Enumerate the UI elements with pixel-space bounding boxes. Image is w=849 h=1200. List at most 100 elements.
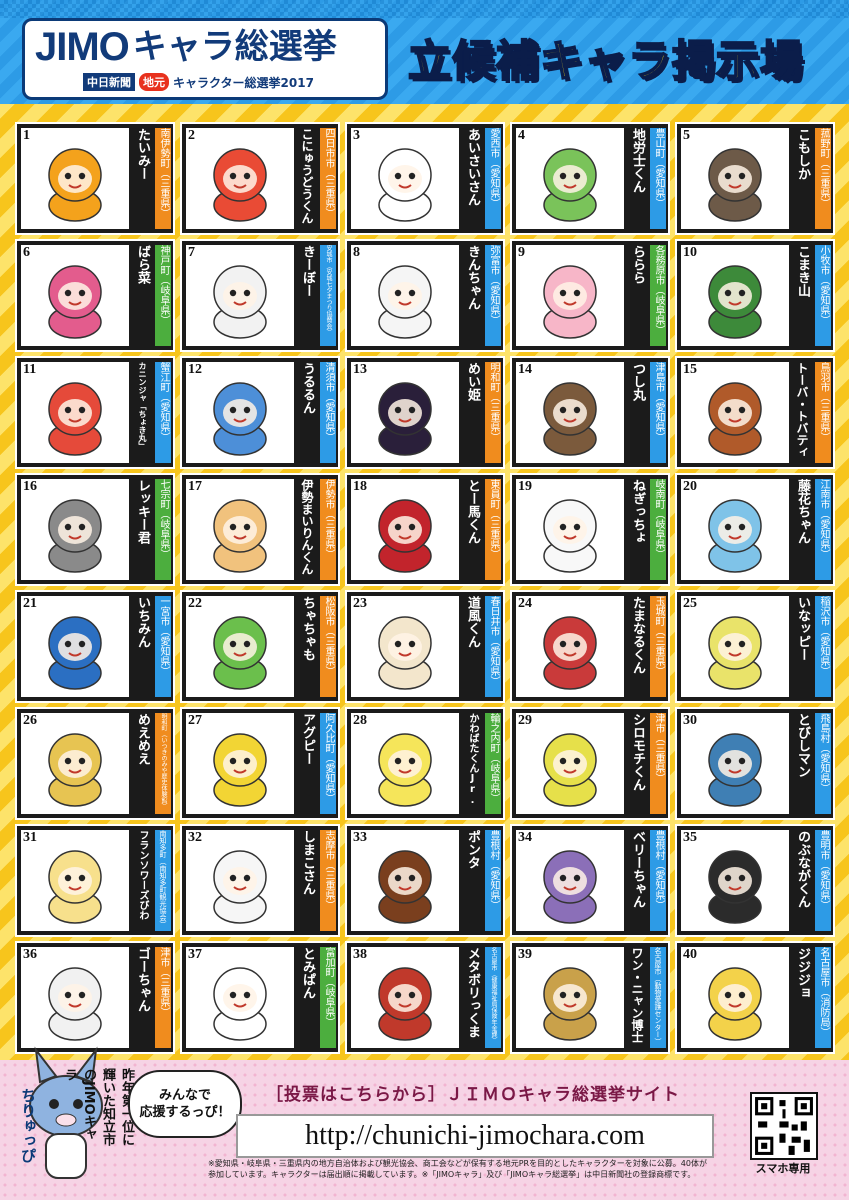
- candidate-card[interactable]: 2 こにゅうどうくん 四日市市（三重県）: [180, 122, 340, 235]
- candidate-card[interactable]: 20 藤花ちゃん 江南市（愛知県）: [675, 473, 835, 586]
- jimoto-badge: 地元: [139, 73, 169, 91]
- candidate-card[interactable]: 25 いなッピー 稲沢市（愛知県）: [675, 590, 835, 703]
- candidate-card[interactable]: 38 メタボリっくま 名古屋市（健康福祉局保険年金課）: [345, 941, 505, 1054]
- candidate-card[interactable]: 13 めい姫 明和町（三重県）: [345, 356, 505, 469]
- candidate-number: 3: [353, 128, 360, 143]
- mascot-icon: [213, 381, 267, 456]
- candidate-location: 豊明市（愛知県）: [815, 830, 831, 931]
- vote-label: ［投票はこちらから］ＪＩＭＯキャラ総選挙サイト: [266, 1084, 680, 1105]
- corner-mascot-caption: 昨年第一位に輝いた知立市のJIMOキャラ: [62, 1068, 134, 1146]
- candidate-card[interactable]: 6 ばら菜 神戸町（岐阜県）: [15, 239, 175, 352]
- candidate-location: 飛島村（愛知県）: [815, 713, 831, 814]
- mascot-icon: [543, 498, 597, 573]
- candidate-location: 輪之内町（岐阜県）: [485, 713, 501, 814]
- mascot-icon: [48, 381, 102, 456]
- mascot-icon: [213, 264, 267, 339]
- candidate-card[interactable]: 7 きーぼー 安城市（安城七夕まつり協賛会）: [180, 239, 340, 352]
- candidate-card[interactable]: 32 しまこさん 志摩市（三重県）: [180, 824, 340, 937]
- candidate-location: 南伊勢町（三重県）: [155, 128, 171, 229]
- candidate-card[interactable]: 23 道風くん 春日井市（愛知県）: [345, 590, 505, 703]
- candidate-card[interactable]: 11 カニンジャ「ちょき丸」 蟹江町（愛知県）: [15, 356, 175, 469]
- candidate-card[interactable]: 4 地労士くん 豊山町（愛知県）: [510, 122, 670, 235]
- candidate-number: 17: [188, 479, 202, 494]
- candidate-photo: [186, 479, 294, 580]
- mascot-icon: [378, 381, 432, 456]
- candidate-photo: [516, 713, 624, 814]
- logo-subtitle: キャラクター総選挙2017: [173, 75, 314, 90]
- candidate-card[interactable]: 34 ベリーちゃん 豊根村（愛知県）: [510, 824, 670, 937]
- mascot-icon: [378, 498, 432, 573]
- candidate-number: 32: [188, 830, 202, 845]
- candidate-card[interactable]: 40 ジジジョ 名古屋市（消防局）: [675, 941, 835, 1054]
- candidate-photo: [186, 596, 294, 697]
- candidate-card[interactable]: 22 ちゃちゃも 松阪市（三重県）: [180, 590, 340, 703]
- candidate-photo: [351, 947, 459, 1048]
- candidate-card[interactable]: 31 フランソワーズびわ 南知多町（南知多町観光協会）: [15, 824, 175, 937]
- mascot-icon: [708, 849, 762, 924]
- candidate-name: カニンジャ「ちょき丸」: [138, 362, 147, 450]
- logo-subline: 中日新聞 地元 キャラクター総選挙2017: [83, 73, 314, 91]
- candidate-card[interactable]: 29 シロモチくん 津市（三重県）: [510, 707, 670, 820]
- candidate-card[interactable]: 10 こまき山 小牧市（愛知県）: [675, 239, 835, 352]
- candidate-card[interactable]: 18 とー馬くん 東員町（三重県）: [345, 473, 505, 586]
- mascot-icon: [708, 615, 762, 690]
- candidate-card[interactable]: 9 ららら 各務原市（岐阜県）: [510, 239, 670, 352]
- candidate-location: 七宗町（岐阜県）: [155, 479, 171, 580]
- candidate-location: 伊勢市（三重県）: [320, 479, 336, 580]
- candidate-number: 34: [518, 830, 532, 845]
- candidate-photo: [681, 947, 789, 1048]
- candidate-name: かわばたくんJr.: [467, 713, 478, 806]
- candidate-name: こにゅうどうくん: [300, 128, 314, 224]
- candidate-number: 38: [353, 947, 367, 962]
- candidate-photo: [21, 830, 129, 931]
- candidate-card[interactable]: 17 伊勢まいりんくん 伊勢市（三重県）: [180, 473, 340, 586]
- candidate-card[interactable]: 33 ポンタ 豊根村（愛知県）: [345, 824, 505, 937]
- candidate-number: 30: [683, 713, 697, 728]
- candidate-location: 豊根村（愛知県）: [650, 830, 666, 931]
- candidate-photo: [516, 128, 624, 229]
- candidate-card[interactable]: 21 いちみん 一宮市（愛知県）: [15, 590, 175, 703]
- candidate-name: フランソワーズびわ: [137, 830, 148, 920]
- candidate-card[interactable]: 24 たまなるくん 玉城町（三重県）: [510, 590, 670, 703]
- mascot-icon: [378, 264, 432, 339]
- candidate-card[interactable]: 27 アグピー 阿久比町（愛知県）: [180, 707, 340, 820]
- vote-url-link[interactable]: http://chunichi-jimochara.com: [236, 1114, 714, 1158]
- candidate-number: 15: [683, 362, 697, 377]
- candidate-name: 道風くん: [465, 596, 480, 648]
- candidate-card[interactable]: 30 とびしマン 飛島村（愛知県）: [675, 707, 835, 820]
- candidate-number: 12: [188, 362, 202, 377]
- candidate-number: 28: [353, 713, 367, 728]
- mascot-icon: [213, 966, 267, 1041]
- candidate-card[interactable]: 14 つし丸 津島市（愛知県）: [510, 356, 670, 469]
- qr-code-icon[interactable]: [750, 1092, 818, 1160]
- candidate-card[interactable]: 15 トーバ・トバティ 鳥羽市（三重県）: [675, 356, 835, 469]
- candidate-card[interactable]: 12 うるるん 清須市（愛知県）: [180, 356, 340, 469]
- candidate-name: ゴーちゃん: [135, 947, 150, 1012]
- candidate-card[interactable]: 5 こもしか 菰野町（三重県）: [675, 122, 835, 235]
- candidate-number: 36: [23, 947, 37, 962]
- candidate-card[interactable]: 26 めえめえ 明和町（いつきのみや歴史体験館）: [15, 707, 175, 820]
- candidate-card[interactable]: 16 レッキー君 七宗町（岐阜県）: [15, 473, 175, 586]
- candidate-photo: [186, 128, 294, 229]
- candidate-name: いちみん: [135, 596, 150, 648]
- candidate-location: 岐南町（岐阜県）: [650, 479, 666, 580]
- candidate-card[interactable]: 28 かわばたくんJr. 輪之内町（岐阜県）: [345, 707, 505, 820]
- candidate-location: 四日市市（三重県）: [320, 128, 336, 229]
- candidate-location: 志摩市（三重県）: [320, 830, 336, 931]
- candidate-name: のぶながくん: [795, 830, 810, 908]
- bubble-line-2: 応援するっぴ！: [139, 1105, 231, 1120]
- candidate-location: 津市（三重県）: [155, 947, 171, 1048]
- candidate-card[interactable]: 8 きんちゃん 弥富市（愛知県）: [345, 239, 505, 352]
- candidate-number: 35: [683, 830, 697, 845]
- candidate-card[interactable]: 1 たいみー 南伊勢町（三重県）: [15, 122, 175, 235]
- candidate-number: 20: [683, 479, 697, 494]
- candidate-card[interactable]: 19 ねぎっちょ 岐南町（岐阜県）: [510, 473, 670, 586]
- candidate-number: 22: [188, 596, 202, 611]
- candidate-card[interactable]: 35 のぶながくん 豊明市（愛知県）: [675, 824, 835, 937]
- candidate-number: 16: [23, 479, 37, 494]
- candidate-number: 26: [23, 713, 37, 728]
- page-title-box: 立候補キャラ掲示場: [386, 22, 826, 94]
- candidate-card[interactable]: 3 あいさいさん 愛西市（愛知県）: [345, 122, 505, 235]
- candidate-card[interactable]: 39 ワン・ニャン博士 名古屋市（動物愛護センター）: [510, 941, 670, 1054]
- candidate-card[interactable]: 37 とみぱん 富加町（岐阜県）: [180, 941, 340, 1054]
